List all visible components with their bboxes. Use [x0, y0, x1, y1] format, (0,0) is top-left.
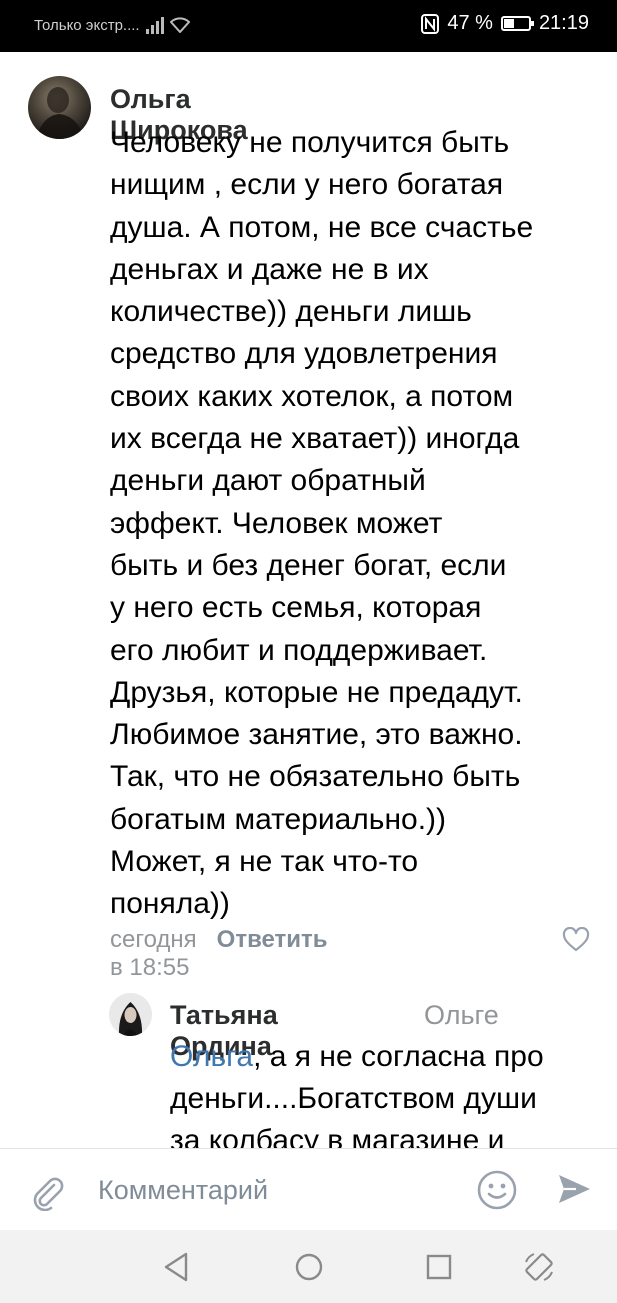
- signal-icon: [145, 16, 164, 34]
- comment-meta: сегодня в 18:55 Ответить: [110, 926, 328, 982]
- carrier-label: Только экстр....: [34, 16, 140, 34]
- comment-line: душа. А потом, не все счастье: [110, 210, 534, 244]
- rotate-screen-icon[interactable]: [522, 1250, 556, 1284]
- comment-line: их всегда не хватает)) иногда: [110, 422, 520, 456]
- comment-line: Любимое занятие, это важно.: [110, 718, 523, 752]
- comment-line: Человеку не получится быть: [110, 126, 510, 159]
- reply-line: Ольга, а я не согласна про: [170, 1036, 600, 1078]
- comment-line: нищим , если у него богатая: [110, 168, 504, 202]
- avatar[interactable]: [28, 76, 91, 139]
- mention-link[interactable]: Ольга: [170, 1040, 253, 1073]
- recents-square-icon[interactable]: [422, 1250, 456, 1284]
- comment-line: эффект. Человек может: [110, 506, 443, 540]
- status-bar: Только экстр.... 47 % 21:19: [0, 0, 617, 52]
- comment-line: у него есть семья, которая: [110, 591, 482, 625]
- paperclip-icon[interactable]: [28, 1173, 66, 1211]
- reply-button[interactable]: Ответить: [217, 926, 328, 982]
- comment-line: деньги дают обратный: [110, 464, 426, 498]
- comment-input[interactable]: [98, 1171, 448, 1209]
- nfc-icon: [421, 13, 440, 34]
- reply-line-rest: , а я не согласна про: [253, 1040, 544, 1073]
- comment-line: Может, я не так что-то: [110, 845, 419, 879]
- comment-line: средство для удовлетрения: [110, 337, 498, 371]
- wifi-icon: [169, 17, 190, 33]
- send-arrow-icon[interactable]: [556, 1171, 592, 1207]
- comment-line: Так, что не обязательно быть: [110, 760, 521, 794]
- comment-line: Друзья, которые не предадут.: [110, 675, 523, 709]
- back-triangle-icon[interactable]: [160, 1250, 194, 1284]
- status-left: Только экстр....: [34, 16, 190, 34]
- status-right: 47 % 21:19: [421, 12, 589, 35]
- smiley-icon[interactable]: [476, 1169, 518, 1211]
- reply-text: Ольга, а я не согласна про деньги....Бог…: [170, 1036, 600, 1162]
- comment-line: быть и без денег богат, если: [110, 548, 507, 582]
- comment-input-bar: [0, 1148, 617, 1230]
- avatar[interactable]: [109, 993, 152, 1036]
- home-circle-icon[interactable]: [292, 1250, 326, 1284]
- comment-time: сегодня в 18:55: [110, 926, 197, 981]
- reply-line: деньги....Богатством души: [170, 1082, 537, 1115]
- heart-outline-icon[interactable]: [562, 927, 590, 953]
- system-nav-bar: [0, 1230, 617, 1303]
- battery-icon: [500, 16, 534, 31]
- battery-percent: 47 %: [447, 12, 493, 34]
- clock: 21:19: [538, 12, 589, 34]
- comment-line: богатым материально.)): [110, 802, 447, 836]
- reply-to-label[interactable]: Ольге: [424, 1000, 499, 1031]
- comment-line: деньгах и даже не в их: [110, 252, 429, 286]
- comment-line: поняла)): [110, 887, 230, 921]
- comment-line: его любит и поддерживает.: [110, 633, 488, 667]
- comment-line: количестве)) деньги лишь: [110, 295, 472, 329]
- comment-text: Человеку не получится быть нищим , если …: [110, 122, 590, 926]
- comment-line: своих каких хотелок, а потом: [110, 379, 514, 413]
